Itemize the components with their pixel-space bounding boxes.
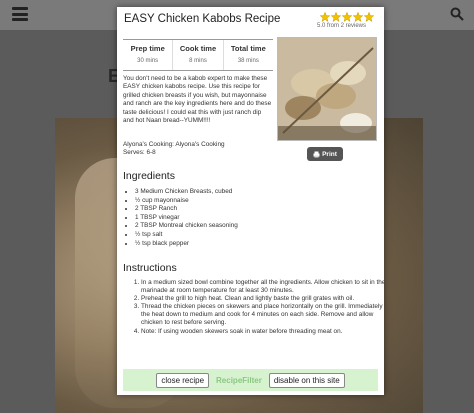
star-icon[interactable]: [353, 12, 363, 22]
time-value: 30 mins: [137, 58, 159, 64]
recipe-filter-footer: close recipe RecipeFilter disable on thi…: [123, 369, 378, 391]
ingredients-heading: Ingredients: [123, 170, 175, 182]
star-icon[interactable]: [364, 12, 374, 22]
prep-time: Prep time 30 mins: [123, 40, 172, 70]
instructions-list: In a medium sized bowl combine together …: [123, 279, 384, 336]
star-icon[interactable]: [342, 12, 352, 22]
ingredients-list: 3 Medium Chicken Breasts, cubed ½ cup ma…: [123, 188, 335, 248]
cook-time: Cook time 8 mins: [172, 40, 222, 70]
ingredient-item: 3 Medium Chicken Breasts, cubed: [135, 188, 335, 197]
total-time: Total time 38 mins: [222, 40, 273, 70]
star-icon[interactable]: [331, 12, 341, 22]
printer-icon: [313, 151, 320, 157]
ingredient-item: 2 TBSP Ranch: [135, 205, 335, 214]
ingredient-item: ½ tsp black pepper: [135, 240, 335, 249]
time-value: 8 mins: [189, 58, 207, 64]
time-label: Total time: [230, 44, 266, 53]
instruction-step: Note: If using wooden skewers soak in wa…: [141, 328, 384, 336]
time-value: 38 mins: [237, 58, 259, 64]
close-recipe-button[interactable]: close recipe: [156, 372, 210, 388]
search-icon[interactable]: [450, 7, 464, 21]
recipe-modal: EASY Chicken Kabobs Recipe 5.0 from 2 re…: [117, 7, 384, 395]
recipefilter-logo[interactable]: RecipeFilter: [216, 376, 262, 385]
instructions-heading: Instructions: [123, 262, 177, 274]
recipe-intro: You don't need to be a kabob expert to m…: [123, 75, 272, 125]
disable-on-site-button[interactable]: disable on this site: [268, 372, 345, 388]
ingredient-item: 2 TBSP Montreal chicken seasoning: [135, 222, 335, 231]
ingredient-item: ½ tsp salt: [135, 231, 335, 240]
menu-icon[interactable]: [12, 7, 28, 21]
recipe-photo: [277, 37, 377, 141]
instruction-step: Preheat the grill to high heat. Clean an…: [141, 295, 384, 303]
time-label: Prep time: [130, 44, 165, 53]
time-label: Cook time: [179, 44, 217, 53]
star-icon[interactable]: [320, 12, 330, 22]
recipe-title: EASY Chicken Kabobs Recipe: [124, 13, 281, 25]
print-button[interactable]: Print: [307, 147, 343, 161]
recipe-times: Prep time 30 mins Cook time 8 mins Total…: [123, 39, 273, 71]
ingredient-item: 1 TBSP vinegar: [135, 214, 335, 223]
recipe-author: Alyona's Cooking: Alyona's Cooking: [123, 141, 225, 148]
rating-stars[interactable]: [320, 12, 374, 22]
instruction-step: In a medium sized bowl combine together …: [141, 279, 384, 295]
kabob-illustration: [278, 38, 376, 140]
print-label: Print: [322, 150, 337, 158]
recipe-meta: Alyona's Cooking: Alyona's Cooking Serve…: [123, 141, 273, 158]
rating-summary: 5.0 from 2 reviews: [317, 23, 367, 29]
ingredient-item: ½ cup mayonnaise: [135, 197, 335, 206]
instruction-step: Thread the chicken pieces on skewers and…: [141, 303, 384, 327]
recipe-serves: Serves: 6-8: [123, 149, 156, 157]
